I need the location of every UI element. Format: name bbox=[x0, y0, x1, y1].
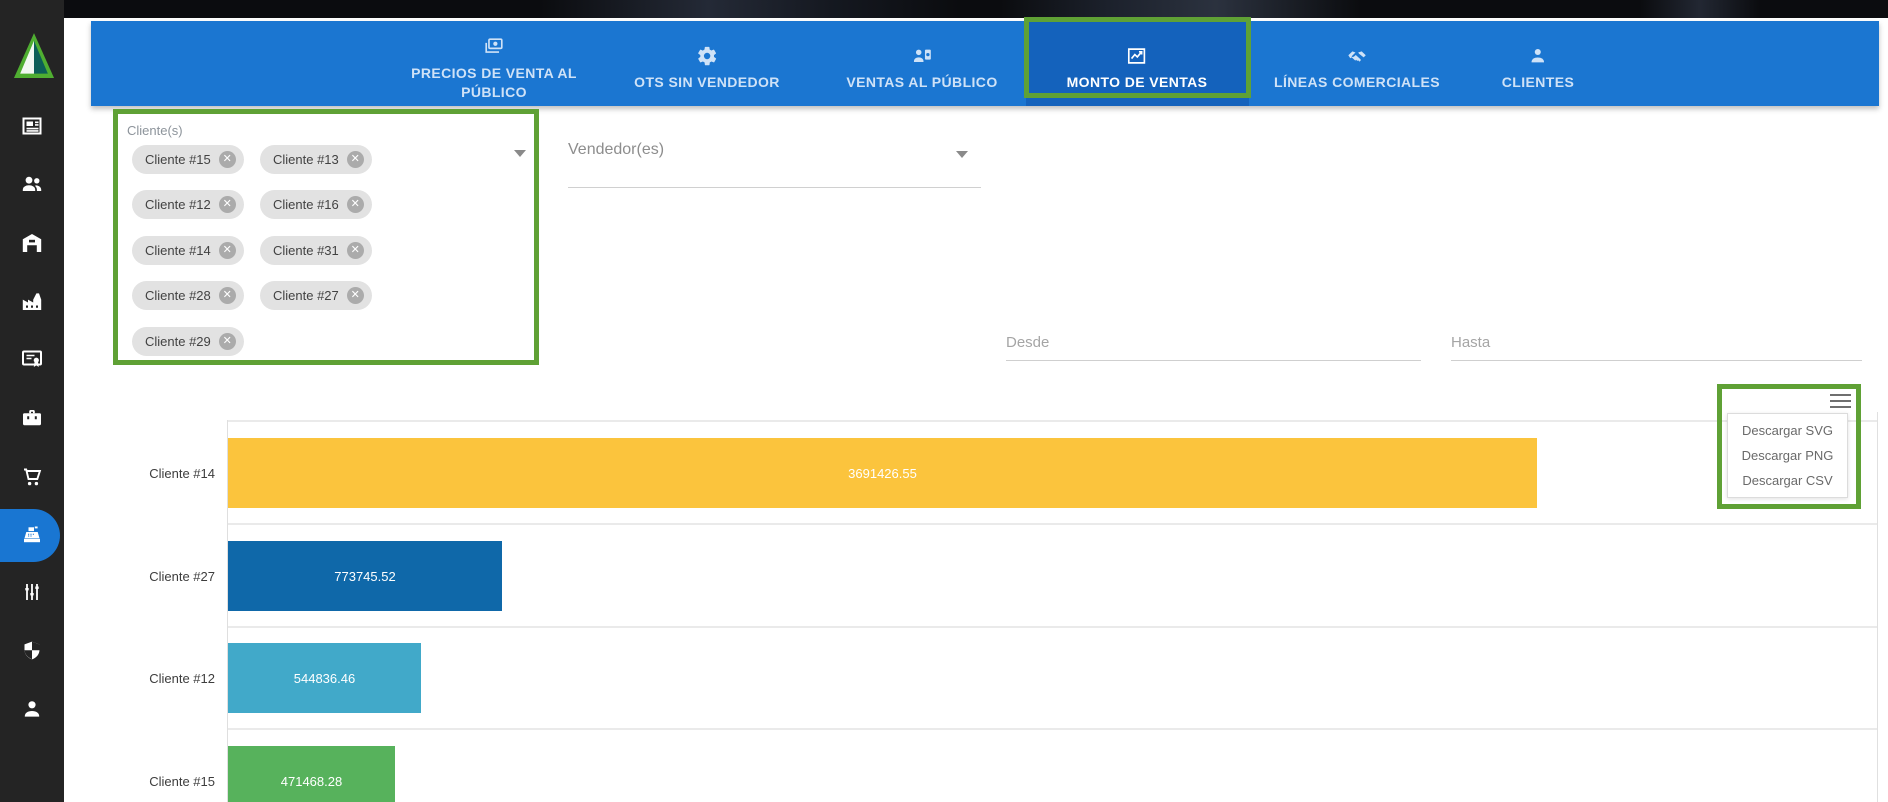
vendors-select-chevron-down-icon[interactable] bbox=[956, 151, 968, 158]
clients-select-chevron-down-icon[interactable] bbox=[514, 150, 526, 157]
top-navbar: PRECIOS DE VENTA AL PÚBLICO OTS SIN VEND… bbox=[91, 21, 1879, 106]
chip-close-icon[interactable]: ✕ bbox=[347, 196, 364, 213]
sidebar-item-factory-icon[interactable] bbox=[20, 289, 44, 313]
client-chip[interactable]: Cliente #14 ✕ bbox=[132, 236, 244, 265]
bar-cliente-27: 773745.52 bbox=[228, 541, 502, 611]
client-chip[interactable]: Cliente #15 ✕ bbox=[132, 145, 244, 174]
menu-item-descargar-csv[interactable]: Descargar CSV bbox=[1742, 473, 1832, 488]
sidebar-item-cash-register-icon[interactable] bbox=[20, 523, 44, 547]
menu-item-descargar-svg[interactable]: Descargar SVG bbox=[1742, 423, 1833, 438]
chip-close-icon[interactable]: ✕ bbox=[219, 151, 236, 168]
tab-precios-de-venta-al-publico[interactable]: PRECIOS DE VENTA AL PÚBLICO bbox=[409, 21, 579, 106]
date-to-input[interactable]: Hasta bbox=[1451, 334, 1490, 351]
sidebar-item-news-icon[interactable] bbox=[20, 114, 44, 138]
chip-label: Cliente #13 bbox=[273, 152, 339, 167]
chart-gridline bbox=[228, 626, 1878, 628]
person-icon bbox=[1527, 45, 1549, 67]
chart-category-label: Cliente #12 bbox=[65, 671, 215, 686]
company-triangle-logo bbox=[13, 32, 55, 80]
tab-ots-sin-vendedor[interactable]: OTS SIN VENDEDOR bbox=[634, 21, 780, 106]
chart-hamburger-menu-icon[interactable] bbox=[1830, 394, 1851, 409]
tab-label: OTS SIN VENDEDOR bbox=[634, 73, 780, 91]
bar-cliente-15: 471468.28 bbox=[228, 746, 395, 802]
chip-close-icon[interactable]: ✕ bbox=[219, 287, 236, 304]
vendors-select-underline bbox=[568, 187, 981, 188]
sidebar-item-sliders-icon[interactable] bbox=[20, 580, 44, 604]
chip-label: Cliente #12 bbox=[145, 197, 211, 212]
date-to-underline bbox=[1451, 360, 1862, 361]
sidebar-item-warehouse-icon[interactable] bbox=[20, 231, 44, 255]
sidebar-item-cart-icon[interactable] bbox=[20, 465, 44, 489]
background-artifact bbox=[540, 0, 960, 18]
tab-clientes[interactable]: CLIENTES bbox=[1502, 21, 1574, 106]
sidebar-item-user-icon[interactable] bbox=[20, 697, 44, 721]
client-chip[interactable]: Cliente #12 ✕ bbox=[132, 190, 244, 219]
chip-close-icon[interactable]: ✕ bbox=[347, 151, 364, 168]
tab-label: PRECIOS DE VENTA AL PÚBLICO bbox=[409, 64, 579, 100]
chip-label: Cliente #31 bbox=[273, 243, 339, 258]
bar-value-label: 773745.52 bbox=[334, 569, 395, 584]
sidebar-item-people-icon[interactable] bbox=[20, 172, 44, 196]
chip-label: Cliente #14 bbox=[145, 243, 211, 258]
bar-cliente-14: 3691426.55 bbox=[228, 438, 1537, 508]
client-chip[interactable]: Cliente #28 ✕ bbox=[132, 281, 244, 310]
tab-label: CLIENTES bbox=[1502, 73, 1574, 91]
chart-gridline bbox=[228, 523, 1878, 525]
date-from-input[interactable]: Desde bbox=[1006, 334, 1049, 351]
background-artifact bbox=[1000, 0, 1360, 18]
tab-ventas-al-publico[interactable]: VENTAS AL PÚBLICO bbox=[846, 21, 997, 106]
chip-close-icon[interactable]: ✕ bbox=[219, 196, 236, 213]
chip-close-icon[interactable]: ✕ bbox=[219, 242, 236, 259]
bar-value-label: 3691426.55 bbox=[848, 466, 917, 481]
client-chip[interactable]: Cliente #16 ✕ bbox=[260, 190, 372, 219]
menu-item-descargar-png[interactable]: Descargar PNG bbox=[1742, 448, 1834, 463]
chip-close-icon[interactable]: ✕ bbox=[347, 242, 364, 259]
gear-icon bbox=[696, 45, 718, 67]
chart-gridline bbox=[228, 728, 1878, 730]
handshake-icon bbox=[1346, 45, 1368, 67]
date-from-underline bbox=[1006, 360, 1421, 361]
sidebar-item-briefcase-icon[interactable] bbox=[20, 406, 44, 430]
background-artifact bbox=[1640, 0, 1760, 18]
chip-label: Cliente #28 bbox=[145, 288, 211, 303]
clients-select-label: Cliente(s) bbox=[127, 123, 183, 138]
client-chip[interactable]: Cliente #31 ✕ bbox=[260, 236, 372, 265]
sidebar-item-shield-icon[interactable] bbox=[20, 639, 44, 663]
tab-label: MONTO DE VENTAS bbox=[1067, 73, 1208, 91]
tab-label: LÍNEAS COMERCIALES bbox=[1274, 73, 1440, 91]
person-card-icon bbox=[911, 45, 933, 67]
sidebar bbox=[0, 0, 64, 802]
chip-label: Cliente #29 bbox=[145, 334, 211, 349]
line-chart-icon bbox=[1126, 45, 1148, 67]
chip-label: Cliente #27 bbox=[273, 288, 339, 303]
chip-label: Cliente #16 bbox=[273, 197, 339, 212]
chart-category-label: Cliente #15 bbox=[65, 774, 215, 789]
chip-close-icon[interactable]: ✕ bbox=[347, 287, 364, 304]
client-chip[interactable]: Cliente #29 ✕ bbox=[132, 327, 244, 356]
app-screen: PRECIOS DE VENTA AL PÚBLICO OTS SIN VEND… bbox=[0, 0, 1888, 802]
vendors-select-label[interactable]: Vendedor(es) bbox=[568, 141, 664, 159]
chart-category-label: Cliente #14 bbox=[65, 466, 215, 481]
chart-export-menu: Descargar SVG Descargar PNG Descargar CS… bbox=[1727, 413, 1848, 498]
tab-label: VENTAS AL PÚBLICO bbox=[846, 73, 997, 91]
client-chip[interactable]: Cliente #27 ✕ bbox=[260, 281, 372, 310]
chip-close-icon[interactable]: ✕ bbox=[219, 333, 236, 350]
tab-monto-de-ventas[interactable]: MONTO DE VENTAS bbox=[1067, 21, 1208, 106]
chart-category-label: Cliente #27 bbox=[65, 569, 215, 584]
sidebar-item-certificate-icon[interactable] bbox=[20, 347, 44, 371]
bar-value-label: 544836.46 bbox=[294, 671, 355, 686]
tab-lineas-comerciales[interactable]: LÍNEAS COMERCIALES bbox=[1274, 21, 1440, 106]
bar-cliente-12: 544836.46 bbox=[228, 643, 421, 713]
background-window-strip bbox=[0, 0, 1888, 18]
chart-gridline bbox=[228, 420, 1878, 422]
chip-label: Cliente #15 bbox=[145, 152, 211, 167]
chart-right-border bbox=[1877, 412, 1878, 802]
client-chip[interactable]: Cliente #13 ✕ bbox=[260, 145, 372, 174]
banknotes-icon bbox=[483, 36, 505, 58]
bar-value-label: 471468.28 bbox=[281, 774, 342, 789]
